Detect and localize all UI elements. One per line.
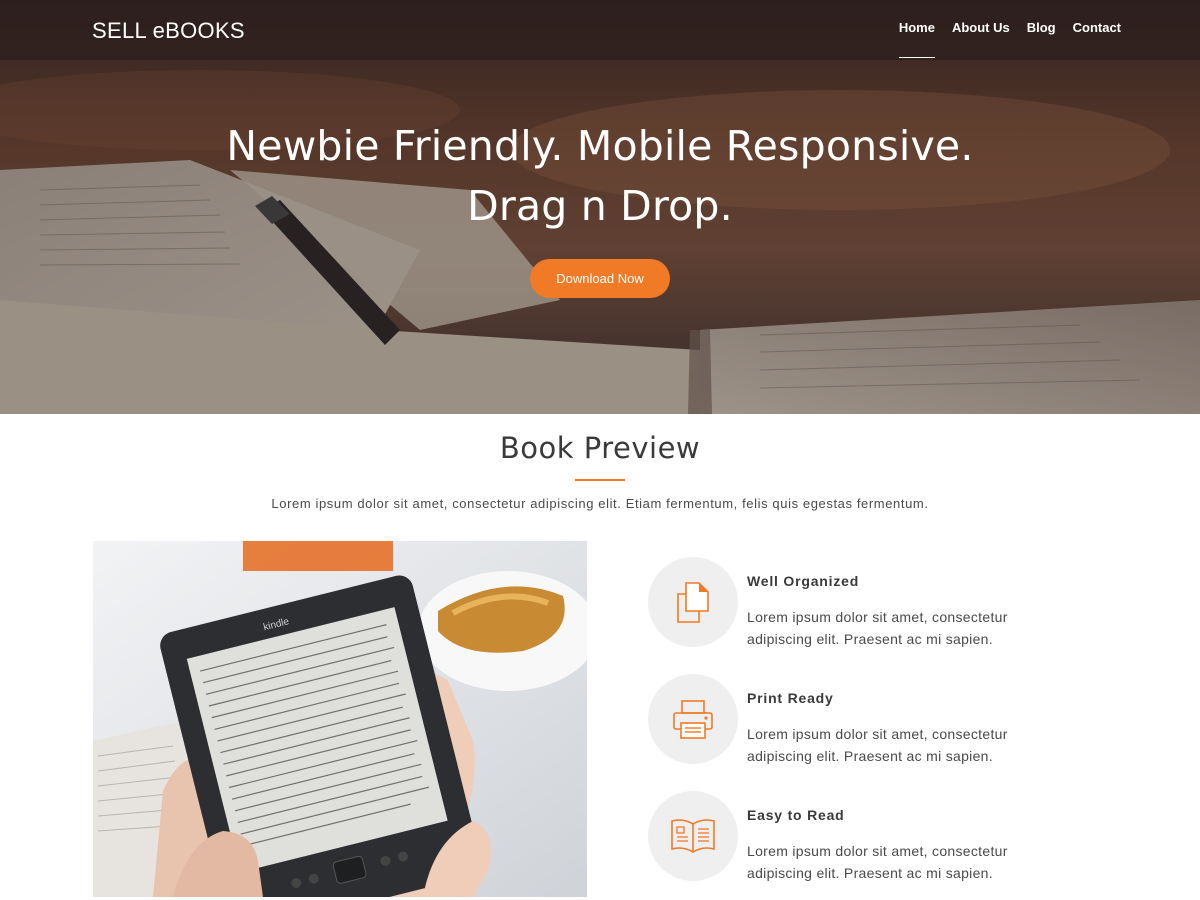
- feature-text: Lorem ipsum dolor sit amet, consectetur …: [747, 726, 1008, 764]
- nav-item-about-us[interactable]: About Us: [935, 20, 1010, 58]
- main-nav: Home About Us Blog Contact: [898, 20, 1121, 58]
- documents-icon: [677, 582, 709, 623]
- feature-icon-circle: [648, 557, 738, 647]
- hero-title: Newbie Friendly. Mobile Responsive. Drag…: [0, 116, 1200, 236]
- nav-item-home[interactable]: Home: [898, 20, 936, 58]
- printer-icon: [673, 700, 713, 739]
- section-title: Book Preview: [499, 431, 701, 465]
- hero-title-line-1: Newbie Friendly. Mobile Responsive.: [226, 122, 974, 170]
- title-underline: [575, 479, 625, 481]
- feature-item: Print Ready Lorem ipsum dolor sit amet, …: [648, 674, 1068, 764]
- hero-section: SELL eBOOKS Home About Us Blog Contact N…: [0, 0, 1200, 414]
- hero-title-line-2: Drag n Drop.: [467, 182, 733, 230]
- feature-text: Lorem ipsum dolor sit amet, consectetur …: [747, 609, 1008, 647]
- nav-item-contact[interactable]: Contact: [1056, 20, 1121, 58]
- feature-item: Easy to Read Lorem ipsum dolor sit amet,…: [648, 791, 1068, 881]
- feature-icon-circle: [648, 791, 738, 881]
- download-now-button[interactable]: Download Now: [530, 259, 670, 298]
- nav-item-blog[interactable]: Blog: [1010, 20, 1056, 58]
- open-book-icon: [671, 819, 715, 853]
- section-subtitle: Lorem ipsum dolor sit amet, consectetur …: [271, 496, 929, 511]
- feature-icon-circle: [648, 674, 738, 764]
- feature-text: Lorem ipsum dolor sit amet, consectetur …: [747, 843, 1008, 881]
- kindle-photo: kindle: [93, 541, 587, 897]
- feature-title: Easy to Read: [747, 807, 845, 823]
- feature-title: Print Ready: [747, 690, 834, 706]
- feature-title: Well Organized: [747, 573, 860, 589]
- feature-item: Well Organized Lorem ipsum dolor sit ame…: [648, 557, 1068, 647]
- site-brand[interactable]: SELL eBOOKS: [92, 18, 245, 44]
